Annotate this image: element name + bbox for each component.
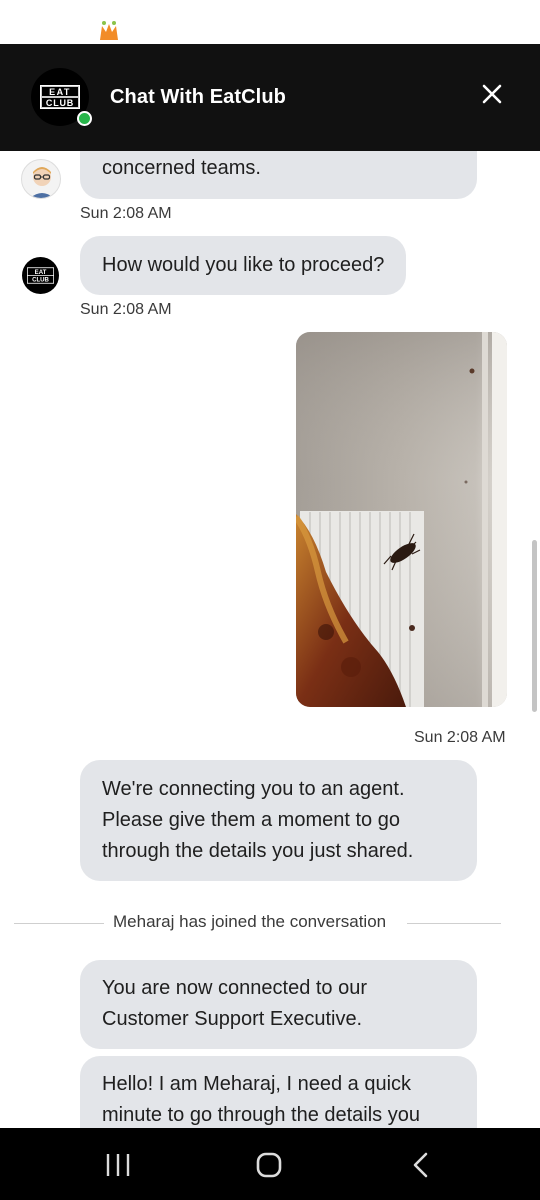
message-line: minute to go through the details you <box>102 1104 420 1126</box>
home-icon[interactable] <box>249 1150 289 1180</box>
svg-text:EAT: EAT <box>49 87 71 97</box>
photo-attachment-icon <box>296 332 507 707</box>
message-timestamp: Sun 2:08 AM <box>80 301 172 318</box>
eatclub-logo: EAT CLUB <box>27 267 54 284</box>
message-text: How would you like to proceed? <box>102 254 385 276</box>
svg-text:CLUB: CLUB <box>46 98 74 108</box>
svg-text:EAT: EAT <box>35 270 47 276</box>
photo-attachment[interactable] <box>296 332 507 707</box>
message-bubble: We're connecting you to an agent. Please… <box>80 760 477 881</box>
user-avatar <box>21 159 61 199</box>
message-line: Please give them a moment to go <box>102 809 400 831</box>
online-status-indicator <box>77 111 92 126</box>
divider <box>407 923 501 924</box>
eatclub-logo: EAT CLUB <box>40 85 80 109</box>
system-notice-text: Meharaj has joined the conversation <box>113 912 387 931</box>
scrollbar[interactable] <box>532 540 537 712</box>
message-bubble: You are now connected to our Customer Su… <box>80 960 477 1049</box>
app-notification-icon <box>100 21 118 40</box>
message-bubble: Hello! I am Meharaj, I need a quick minu… <box>80 1056 477 1128</box>
close-icon[interactable] <box>478 80 506 108</box>
chat-header: EAT CLUB Chat With EatClub <box>0 44 540 151</box>
chat-title: Chat With EatClub <box>110 86 286 108</box>
message-line: Hello! I am Meharaj, I need a quick <box>102 1073 412 1095</box>
chat-screen: EAT CLUB Chat With EatClub concerned tea… <box>0 0 540 1200</box>
recent-apps-icon[interactable] <box>98 1150 138 1180</box>
message-line: Customer Support Executive. <box>102 1008 363 1030</box>
back-icon[interactable] <box>400 1150 440 1180</box>
status-bar <box>0 0 540 44</box>
bot-avatar: EAT CLUB <box>22 257 59 294</box>
message-list[interactable]: concerned teams. Sun 2:08 AM EAT CLUB Ho… <box>0 151 540 1128</box>
message-bubble: concerned teams. <box>80 151 477 199</box>
message-line: through the details you just shared. <box>102 840 414 862</box>
message-text: concerned teams. <box>102 157 261 179</box>
message-timestamp: Sun 2:08 AM <box>80 205 172 222</box>
message-line: You are now connected to our <box>102 977 368 999</box>
message-bubble: How would you like to proceed? <box>80 236 407 295</box>
message-timestamp: Sun 2:08 AM <box>414 729 506 746</box>
system-notice: Meharaj has joined the conversation <box>14 909 501 939</box>
system-nav-bar <box>0 1128 540 1200</box>
message-line: We're connecting you to an agent. <box>102 778 405 800</box>
svg-text:CLUB: CLUB <box>32 278 49 284</box>
divider <box>14 923 104 924</box>
